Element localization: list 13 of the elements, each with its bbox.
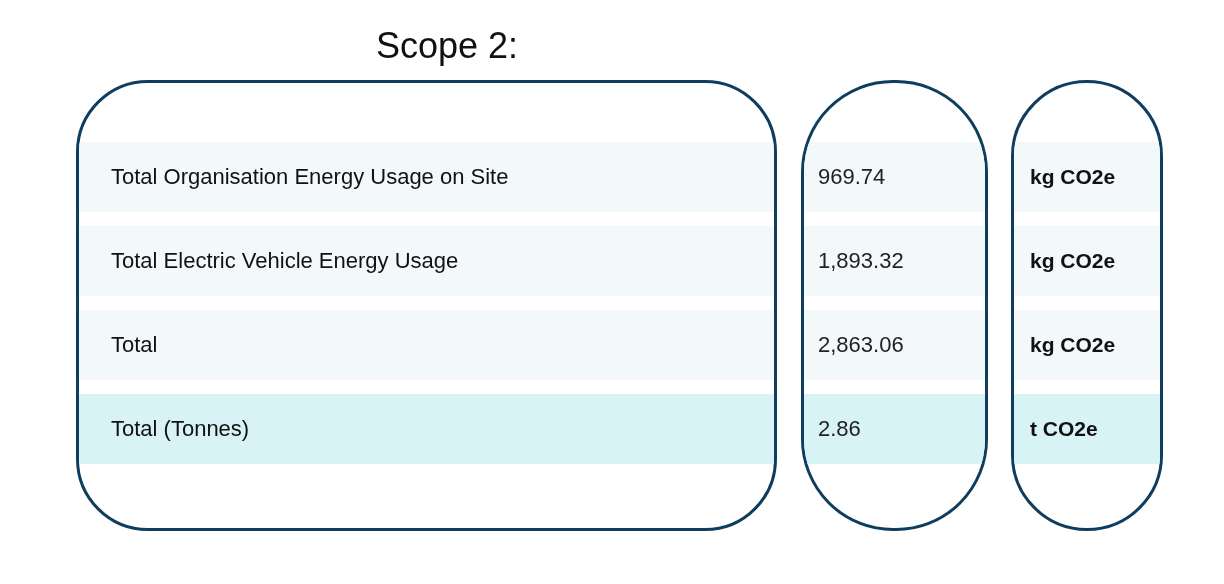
row-value: 1,893.32 xyxy=(818,248,904,274)
row-value: 969.74 xyxy=(818,164,886,190)
row-label: Total Organisation Energy Usage on Site xyxy=(111,164,509,190)
row-unit: kg CO2e xyxy=(1030,249,1116,273)
row-unit: t CO2e xyxy=(1030,417,1098,441)
row-unit: kg CO2e xyxy=(1030,333,1116,357)
row-label: Total Electric Vehicle Energy Usage xyxy=(111,248,459,274)
row-unit: kg CO2e xyxy=(1030,165,1116,189)
row-label: Total xyxy=(111,332,158,358)
section-title: Scope 2: xyxy=(374,24,520,66)
row-value: 2,863.06 xyxy=(818,332,904,358)
row-label: Total (Tonnes) xyxy=(111,416,250,442)
row-value: 2.86 xyxy=(818,416,861,442)
